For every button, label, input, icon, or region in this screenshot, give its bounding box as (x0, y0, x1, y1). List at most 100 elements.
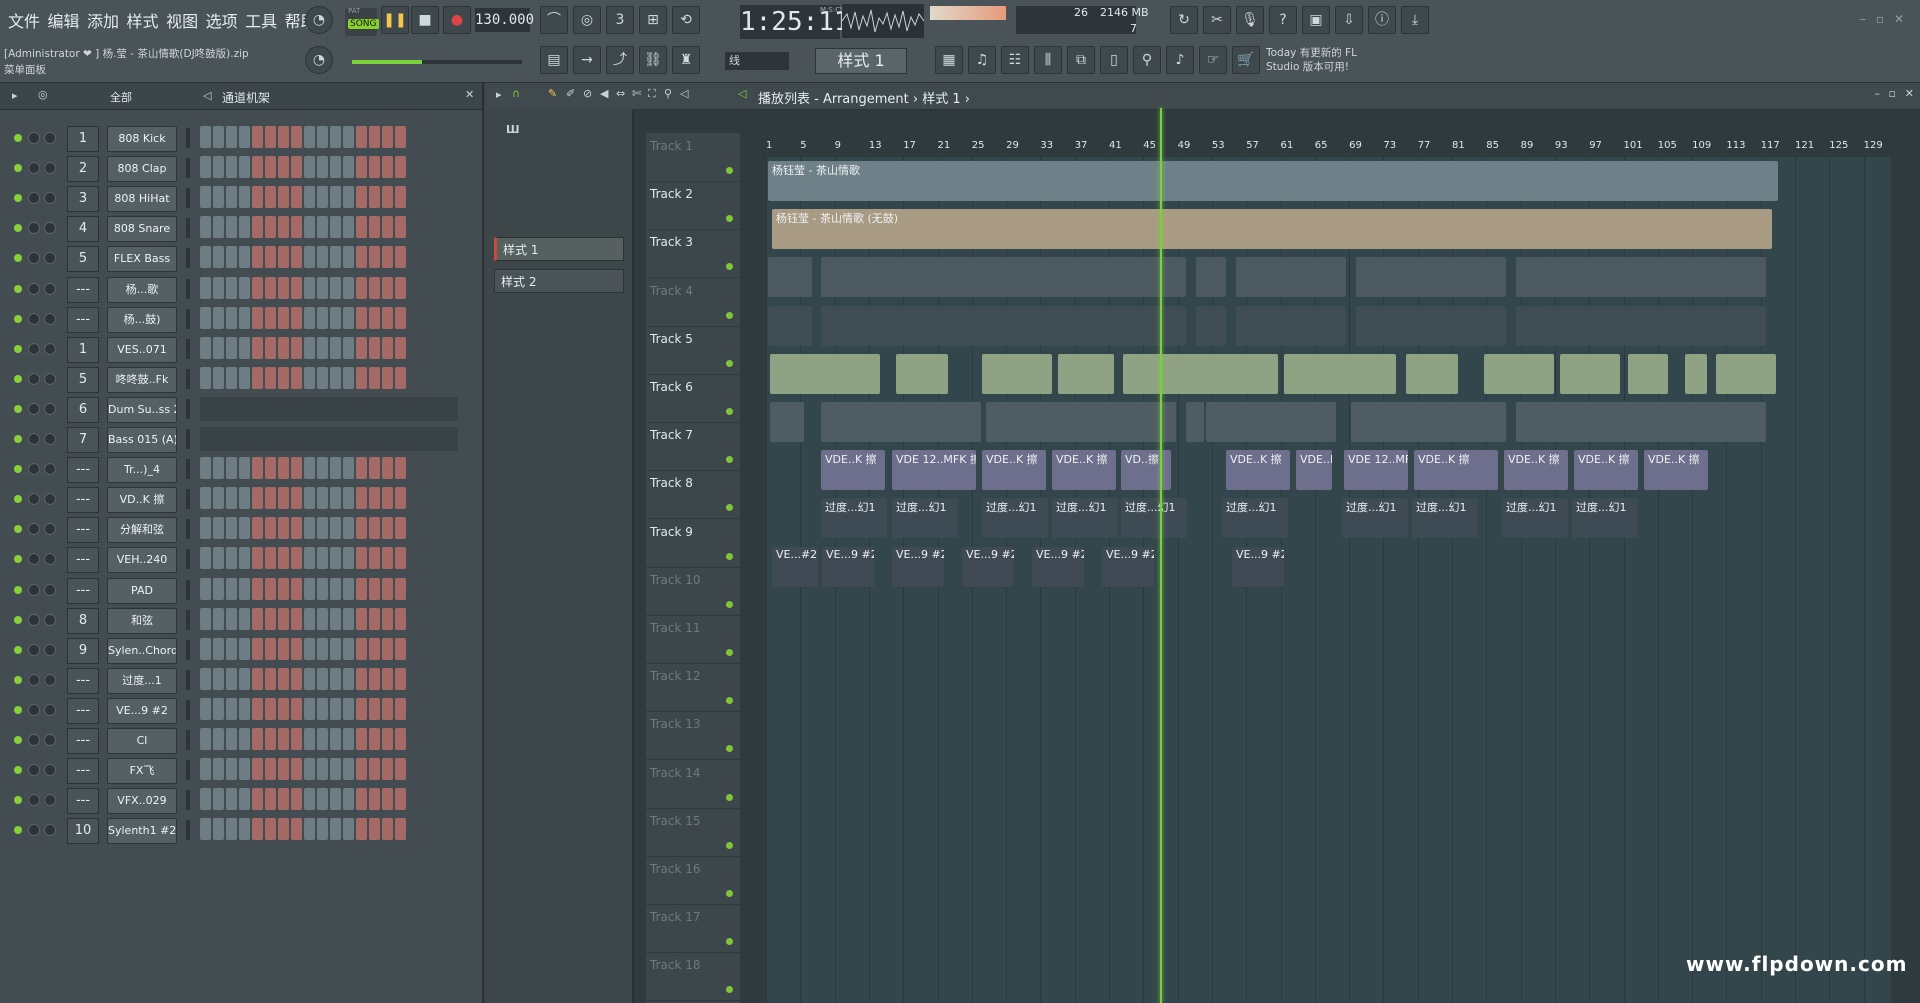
menu-options[interactable]: 选项 (204, 8, 240, 32)
audio-clip[interactable] (986, 402, 1176, 442)
step-button[interactable] (265, 728, 276, 750)
step-button[interactable] (304, 607, 315, 630)
audio-clip[interactable]: VDE..K 擦 (1226, 450, 1290, 491)
channel-pan-knob[interactable] (28, 132, 40, 144)
step-button[interactable] (304, 126, 315, 148)
step-button[interactable] (317, 728, 328, 750)
playback-icon[interactable]: ◁ (680, 87, 688, 100)
step-button[interactable] (213, 216, 224, 239)
audio-clip[interactable] (1186, 402, 1204, 442)
step-button[interactable] (213, 156, 224, 179)
step-button[interactable] (213, 487, 224, 510)
step-button[interactable] (395, 156, 406, 179)
channel-pan-knob[interactable] (28, 372, 40, 385)
step-button[interactable] (252, 667, 263, 690)
channel-name-button[interactable]: 杨...鼓) (107, 306, 177, 333)
mixer-track-number[interactable]: 8 (67, 607, 99, 634)
step-button[interactable] (265, 156, 276, 179)
mixer-track-number[interactable]: 3 (67, 186, 99, 213)
step-button[interactable] (252, 818, 263, 841)
step-button[interactable] (369, 517, 380, 540)
step-button[interactable] (382, 336, 393, 359)
pattern-clip[interactable] (1536, 305, 1766, 346)
step-button[interactable] (343, 487, 354, 510)
audio-clip[interactable] (1628, 353, 1668, 394)
step-button[interactable] (265, 818, 276, 841)
step-button[interactable] (252, 547, 263, 570)
channel-pan-knob[interactable] (28, 703, 40, 716)
step-button[interactable] (239, 517, 250, 540)
channel-select-bar[interactable] (186, 128, 190, 148)
track-mute-led[interactable] (726, 215, 733, 223)
track-mute-led[interactable] (726, 649, 733, 656)
step-button[interactable] (356, 788, 367, 811)
step-button[interactable] (226, 637, 237, 660)
step-button[interactable] (252, 697, 263, 720)
step-button[interactable] (330, 697, 341, 720)
channel-enable-led[interactable] (14, 675, 22, 684)
step-button[interactable] (330, 758, 341, 781)
step-button[interactable] (239, 366, 250, 389)
channel-row[interactable]: --- 过度...1 (0, 665, 482, 695)
step-button[interactable] (395, 788, 406, 811)
slide-icon[interactable]: ⤴ (606, 46, 634, 74)
step-button[interactable] (382, 306, 393, 329)
file-icon[interactable]: ▯ (1100, 46, 1128, 74)
audio-clip[interactable]: 过度...幻1 (1121, 498, 1187, 539)
step-button[interactable] (265, 487, 276, 510)
select-icon[interactable]: ⛶ (648, 87, 656, 101)
step-button[interactable] (343, 246, 354, 269)
plugin-icon[interactable]: ⧉ (1067, 46, 1095, 74)
step-button[interactable] (291, 246, 302, 269)
step-button[interactable] (382, 487, 393, 510)
channel-enable-led[interactable] (14, 164, 22, 173)
channel-name-button[interactable]: VFX..029 (107, 788, 177, 815)
audio-clip[interactable]: VDE 12..MFK 擦 (892, 450, 976, 491)
step-button[interactable] (395, 577, 406, 600)
step-button[interactable] (356, 517, 367, 540)
step-button[interactable] (291, 728, 302, 750)
step-button[interactable] (343, 336, 354, 359)
audio-clip[interactable] (896, 353, 948, 394)
step-button[interactable] (395, 487, 406, 510)
audio-clip[interactable] (770, 353, 880, 394)
channel-name-button[interactable]: VES..071 (107, 336, 177, 363)
step-button[interactable] (278, 818, 289, 841)
channel-select-bar[interactable] (186, 489, 190, 510)
step-button[interactable] (356, 547, 367, 570)
track-mute-led[interactable] (726, 311, 733, 319)
step-button[interactable] (395, 366, 406, 389)
step-button[interactable] (330, 276, 341, 299)
channel-volume-knob[interactable] (44, 613, 56, 626)
step-button[interactable] (239, 728, 250, 750)
channel-pan-knob[interactable] (28, 734, 40, 746)
audio-clip[interactable]: 过度...幻1 (1572, 498, 1638, 539)
step-button[interactable] (330, 246, 341, 269)
channel-name-button[interactable]: VE...9 #2 (107, 697, 177, 724)
step-button[interactable] (330, 637, 341, 660)
pattern-clip[interactable] (1536, 257, 1766, 298)
step-button[interactable] (200, 246, 211, 269)
step-button[interactable] (304, 186, 315, 209)
step-button[interactable] (343, 126, 354, 148)
step-button[interactable] (382, 216, 393, 239)
step-button[interactable] (395, 336, 406, 359)
undo-icon[interactable]: ↻ (1170, 6, 1198, 34)
channel-volume-knob[interactable] (44, 764, 56, 777)
channel-pan-knob[interactable] (28, 222, 40, 235)
step-button[interactable] (369, 728, 380, 750)
channel-select-bar[interactable] (186, 790, 190, 811)
channel-pan-knob[interactable] (28, 252, 40, 265)
step-button[interactable] (226, 276, 237, 299)
step-button[interactable] (265, 788, 276, 811)
step-button[interactable] (382, 186, 393, 209)
metronome-icon[interactable]: ⌒ (540, 6, 568, 34)
step-button[interactable] (317, 547, 328, 570)
cut-icon[interactable]: ✂ (1203, 6, 1231, 34)
mixer-track-number[interactable]: --- (67, 728, 99, 754)
step-button[interactable] (395, 818, 406, 841)
channel-pan-knob[interactable] (28, 553, 40, 566)
loop-record-icon[interactable]: ⟲ (672, 6, 700, 34)
channel-row[interactable]: 8 和弦 (0, 605, 482, 635)
step-button[interactable] (317, 788, 328, 811)
